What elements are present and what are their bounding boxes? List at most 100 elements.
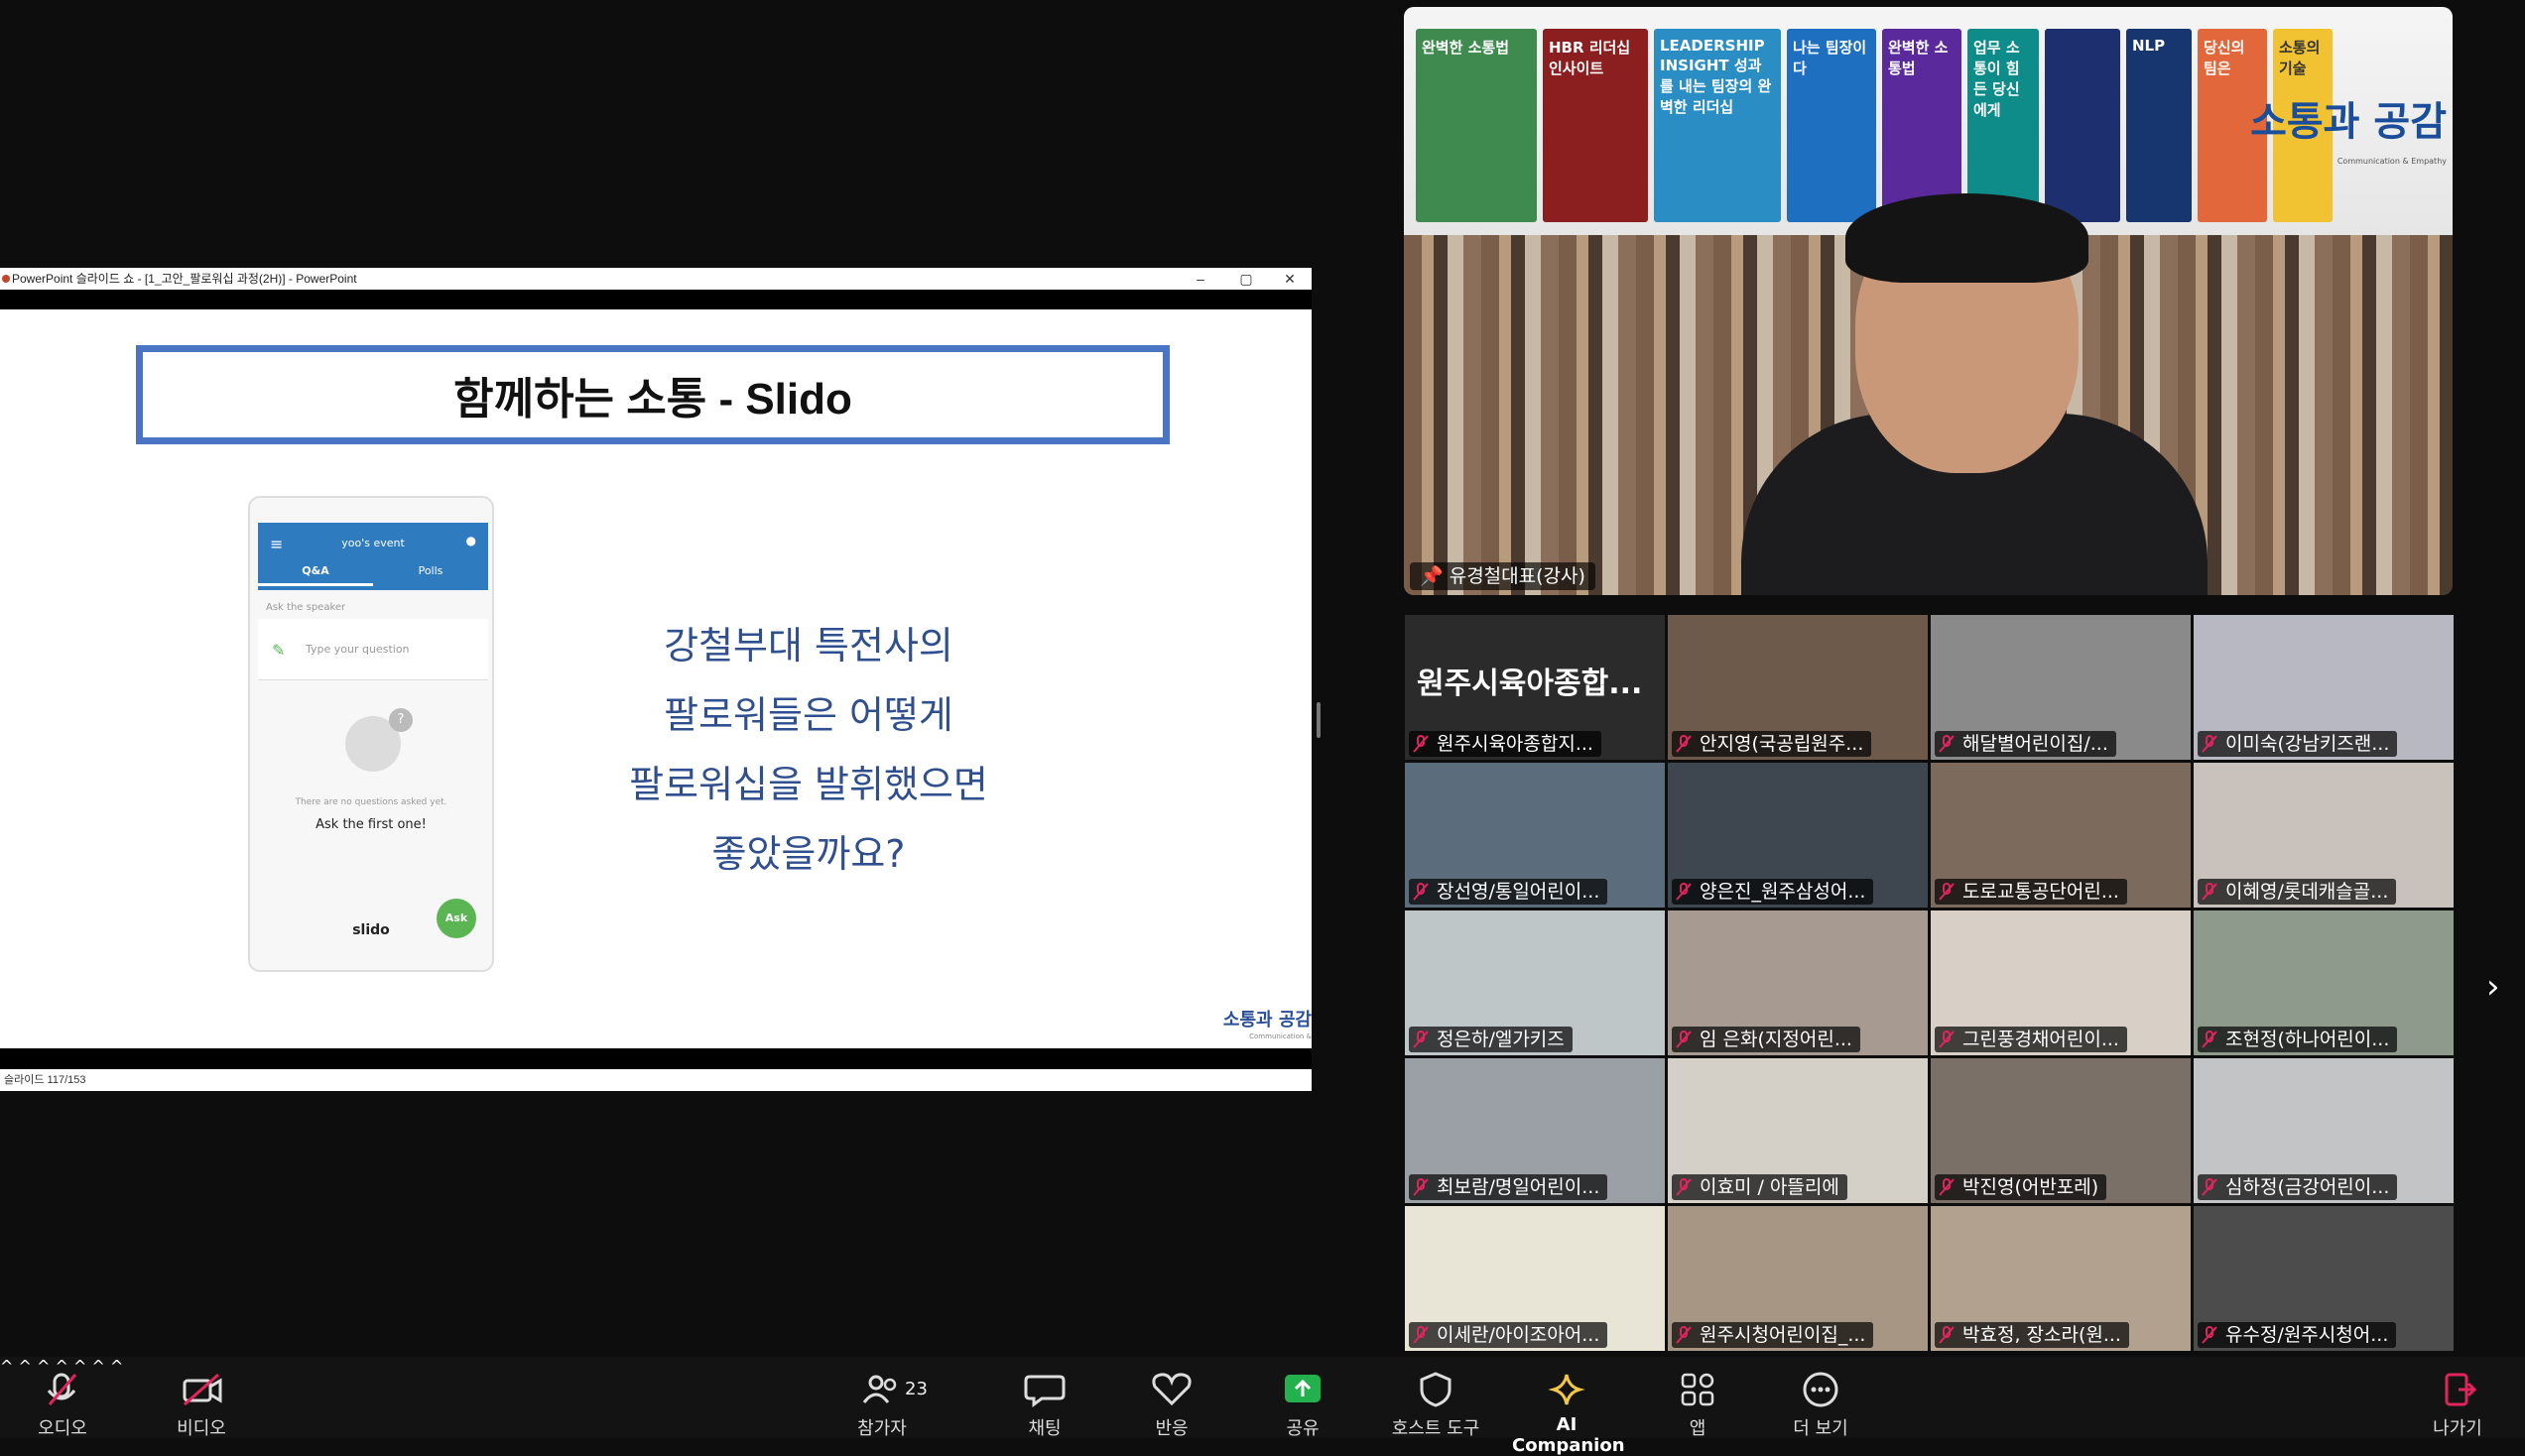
slido-header: ≡ yoo's event ● Q&A Polls: [258, 523, 488, 590]
slide-counter: 슬라이드 117/153: [4, 1074, 86, 1086]
maximize-button[interactable]: ▢: [1226, 268, 1266, 290]
muted-mic-icon: [1413, 735, 1429, 753]
participant-name: 박효정, 장소라(원...: [1935, 1322, 2129, 1348]
shield-icon: [1420, 1372, 1452, 1407]
participant-tile[interactable]: 임 은화(지정어린...: [1668, 910, 1928, 1055]
participant-tile[interactable]: 박효정, 장소라(원...: [1931, 1206, 2191, 1351]
speaker-video[interactable]: 완벽한 소통법 HBR 리더십 인사이트 LEADERSHIP INSIGHT …: [1404, 7, 2453, 595]
audio-button[interactable]: 오디오: [8, 1357, 117, 1439]
apps-button[interactable]: 앱: [1643, 1357, 1752, 1439]
participant-tile[interactable]: 장선영/통일어린이...: [1405, 763, 1665, 908]
share-button[interactable]: 공유: [1248, 1357, 1357, 1439]
empty-state-text: There are no questions asked yet.: [295, 797, 447, 807]
chat-button[interactable]: 채팅: [990, 1357, 1099, 1439]
speaker-name-tag: 📌 유경철대표(강사): [1410, 562, 1595, 590]
participant-name: 이세란/아이조아어...: [1409, 1322, 1608, 1348]
slide-logo-text: 소통과 공감: [1222, 1010, 1312, 1031]
ai-companion-button[interactable]: AI Companion: [1512, 1357, 1625, 1456]
participant-tile[interactable]: 조현정(하나어린이...: [2194, 910, 2454, 1055]
question-placeholder: Type your question: [306, 643, 410, 656]
participant-name: 도로교통공단어린...: [1935, 879, 2127, 905]
reactions-button[interactable]: 반응: [1117, 1357, 1226, 1439]
window-title: PowerPoint 슬라이드 쇼 - [1_고안_팔로워십 과정(2H)] -…: [12, 272, 357, 286]
ask-first-text: Ask the first one!: [316, 817, 427, 832]
speaker-hair: [1845, 193, 2088, 283]
chat-icon: [1024, 1375, 1066, 1407]
host-tools-button[interactable]: 호스트 도구: [1381, 1357, 1490, 1439]
banner-logo-text: 소통과 공감: [2250, 99, 2447, 145]
video-button[interactable]: 비디오: [147, 1357, 256, 1439]
participant-tile[interactable]: 그린풍경채어린이...: [1931, 910, 2191, 1055]
participant-tile[interactable]: 안지영(국공립원주...: [1668, 615, 1928, 760]
slide: 함께하는 소통 - Slido ≡ yoo's event ● Q&A Poll…: [0, 309, 1312, 1048]
participant-name: 해달별어린이집/...: [1935, 731, 2116, 757]
minimize-button[interactable]: –: [1181, 268, 1220, 290]
participants-label: 참가자: [857, 1418, 907, 1439]
participant-name: 그린풍경채어린이...: [1935, 1027, 2127, 1052]
share-screen-icon: [1285, 1375, 1321, 1402]
banner-logo-sub: Communication & Empathy: [2336, 157, 2447, 166]
audio-label: 오디오: [38, 1418, 87, 1439]
participant-tile[interactable]: 정은하/엘가키즈: [1405, 910, 1665, 1055]
participant-name: 장선영/통일어린이...: [1409, 879, 1608, 905]
shared-screen: PowerPoint 슬라이드 쇼 - [1_고안_팔로워십 과정(2H)] -…: [0, 268, 1312, 1091]
participant-name: 최보람/명일어린이...: [1409, 1174, 1608, 1200]
question-input: ✎ Type your question: [258, 619, 488, 680]
participant-tile[interactable]: 심하정(금강어린이...: [2194, 1058, 2454, 1203]
close-button[interactable]: ✕: [1270, 268, 1310, 290]
slide-logo: 소통과 공감 Communication & Empathy: [1218, 1012, 1312, 1048]
participant-tile[interactable]: 양은진_원주삼성어...: [1668, 763, 1928, 908]
slide-question-line-1: 강철부대 특전사의: [664, 624, 953, 667]
leave-label: 나가기: [2433, 1418, 2482, 1439]
ask-speaker-label: Ask the speaker: [266, 602, 346, 613]
powerpoint-status-bar: 슬라이드 117/153: [0, 1069, 1312, 1091]
participant-tile[interactable]: 원주시청어린이집_...: [1668, 1206, 1928, 1351]
participant-tile[interactable]: 이세란/아이조아어...: [1405, 1206, 1665, 1351]
powerpoint-title-bar: PowerPoint 슬라이드 쇼 - [1_고안_팔로워십 과정(2H)] -…: [0, 268, 1312, 290]
participant-tile[interactable]: 이혜영/롯데캐슬골...: [2194, 763, 2454, 908]
muted-mic-icon: [1939, 1326, 1955, 1344]
slido-tab-qa: Q&A: [258, 564, 373, 586]
muted-mic-icon: [47, 1373, 77, 1405]
ask-button: Ask: [437, 899, 476, 938]
muted-mic-icon: [1939, 1178, 1955, 1196]
more-label: 더 보기: [1793, 1418, 1848, 1439]
muted-mic-icon: [1676, 1178, 1692, 1196]
muted-mic-icon: [2202, 735, 2217, 753]
slide-title: 함께하는 소통 - Slido: [453, 375, 852, 424]
participant-display-name: 원주시육아종합...: [1417, 667, 1643, 701]
banner-logo: 소통과 공감 Communication & Empathy: [2250, 102, 2447, 182]
book-cover: 완벽한 소통법: [1416, 29, 1537, 222]
participant-name: 이혜영/롯데캐슬골...: [2198, 879, 2397, 905]
participant-tile[interactable]: 이미숙(강남키즈랜...: [2194, 615, 2454, 760]
next-page-arrow-icon[interactable]: ›: [2486, 967, 2500, 1007]
participant-tile[interactable]: 이효미 / 아뜰리에: [1668, 1058, 1928, 1203]
participant-tile[interactable]: 원주시육아종합... 원주시육아종합지...: [1405, 615, 1665, 760]
participant-tile[interactable]: 박진영(어반포레): [1931, 1058, 2191, 1203]
muted-mic-icon: [1676, 1326, 1692, 1344]
leave-button[interactable]: 나가기: [2403, 1357, 2512, 1439]
split-view-handle[interactable]: [1317, 702, 1321, 738]
participant-name: 정은하/엘가키즈: [1409, 1027, 1573, 1052]
participant-name: 안지영(국공립원주...: [1672, 731, 1872, 757]
slide-question-line-4: 좋았을까요?: [711, 832, 906, 876]
apps-icon: [1681, 1373, 1714, 1406]
muted-mic-icon: [1939, 735, 1955, 753]
participant-count: 23: [905, 1379, 928, 1399]
slide-title-box: 함께하는 소통 - Slido: [136, 345, 1170, 444]
participant-tile[interactable]: 유수정/원주시청어...: [2194, 1206, 2454, 1351]
heart-icon: [1152, 1373, 1192, 1406]
leave-icon: [2445, 1373, 2477, 1406]
participant-tile[interactable]: 최보람/명일어린이...: [1405, 1058, 1665, 1203]
more-button[interactable]: 더 보기: [1766, 1357, 1875, 1439]
video-off-icon: [183, 1373, 222, 1406]
slido-phone-mockup: ≡ yoo's event ● Q&A Polls Ask the speake…: [248, 496, 494, 972]
participant-name: 양은진_원주삼성어...: [1672, 879, 1874, 905]
muted-mic-icon: [1676, 1031, 1692, 1048]
speaker-person: [1741, 185, 2208, 595]
user-icon: ●: [465, 534, 476, 547]
muted-mic-icon: [1413, 1326, 1429, 1344]
participant-tile[interactable]: 도로교통공단어린...: [1931, 763, 2191, 908]
muted-mic-icon: [1939, 883, 1955, 901]
participant-tile[interactable]: 해달별어린이집/...: [1931, 615, 2191, 760]
